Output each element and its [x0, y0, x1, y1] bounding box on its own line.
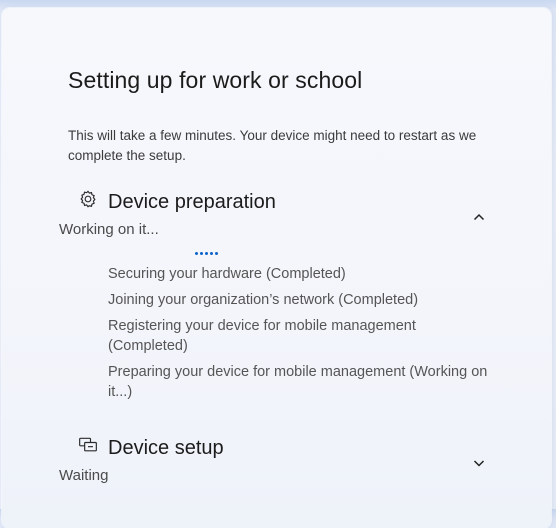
device-preparation-steps: Securing your hardware (Completed) Joini…	[108, 264, 493, 408]
progress-dot	[215, 252, 218, 255]
device-setup-section[interactable]: Device setup	[68, 435, 508, 475]
progress-dot	[195, 252, 198, 255]
step-item: Preparing your device for mobile managem…	[108, 364, 488, 400]
progress-dot	[210, 252, 213, 255]
step-item: Joining your organization’s network (Com…	[108, 292, 419, 308]
step-item: Securing your hardware (Completed)	[108, 266, 346, 282]
device-setup-status: Waiting	[59, 467, 109, 484]
progress-dots	[195, 252, 218, 255]
chevron-up-icon[interactable]	[472, 210, 486, 224]
progress-dot	[205, 252, 208, 255]
device-preparation-status: Working on it...	[59, 221, 159, 238]
device-preparation-title: Device preparation	[108, 191, 276, 213]
step-item: Registering your device for mobile manag…	[108, 318, 416, 354]
page-subtitle: This will take a few minutes. Your devic…	[68, 128, 477, 163]
device-setup-icon	[79, 437, 97, 452]
gear-icon	[80, 190, 96, 208]
page-title: Setting up for work or school	[68, 67, 363, 93]
device-setup-title: Device setup	[108, 437, 224, 459]
progress-dot	[200, 252, 203, 255]
chevron-down-icon[interactable]	[472, 456, 486, 470]
